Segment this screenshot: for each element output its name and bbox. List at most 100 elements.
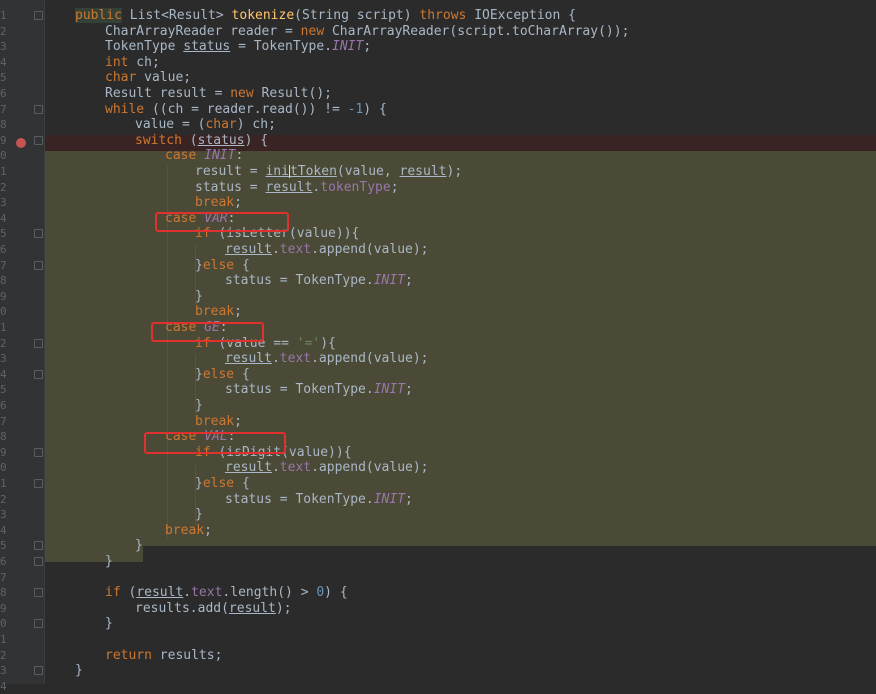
code-text: value = ( [135, 117, 206, 133]
breakpoint-icon[interactable] [16, 138, 26, 148]
line-number: 3 [0, 508, 7, 522]
code-text: ) { [363, 101, 387, 117]
code-text: status [183, 39, 231, 55]
code-text: { [234, 366, 250, 382]
code-line[interactable]: result.text.append(value); [45, 242, 876, 258]
keyword: char [205, 117, 237, 133]
line-number: 4 [0, 211, 7, 225]
code-line[interactable]: } [45, 289, 876, 305]
code-line[interactable]: status = TokenType.INIT; [45, 492, 876, 508]
line-number: 2 [0, 24, 7, 38]
code-line[interactable]: status = TokenType.INIT; [45, 382, 876, 398]
code-line[interactable]: result = initToken(value, result); [45, 164, 876, 180]
line-number: 6 [0, 243, 7, 256]
code-text: result [225, 460, 272, 476]
fold-marker-icon[interactable] [34, 135, 43, 145]
field: text [279, 242, 312, 257]
keyword: case [165, 148, 197, 164]
fold-marker-icon[interactable] [34, 11, 43, 20]
line-number: 8 [0, 274, 7, 288]
number: -1 [347, 101, 364, 117]
fold-marker-icon[interactable] [34, 369, 43, 379]
fold-marker-icon[interactable] [34, 541, 43, 551]
code-line[interactable]: TokenType status = TokenType.INIT; [45, 39, 876, 55]
code-line[interactable]: }else { [45, 476, 876, 492]
code-text: List<Result> [121, 8, 232, 23]
fold-marker-icon[interactable] [34, 588, 43, 598]
code-line[interactable]: if (result.text.length() > 0) { [45, 585, 876, 601]
code-text: ( [181, 132, 198, 148]
code-line[interactable]: result.text.append(value); [45, 460, 876, 476]
code-text: ; [234, 304, 242, 320]
code-text: . [271, 351, 280, 367]
code-line[interactable]: } [45, 663, 876, 679]
line-number: 5 [0, 383, 7, 397]
fold-marker-icon[interactable] [34, 229, 43, 239]
fold-marker-icon[interactable] [34, 338, 43, 348]
code-line[interactable]: } [45, 554, 876, 570]
line-number: 9 [0, 133, 7, 147]
code-line[interactable]: return results; [45, 648, 876, 664]
code-line[interactable]: break; [45, 304, 876, 320]
annotation-box-ge [151, 322, 264, 342]
code-line[interactable]: int ch; [45, 55, 876, 71]
code-line[interactable]: }else { [45, 258, 876, 274]
code-text: status = TokenType. [225, 273, 374, 289]
code-text: ) { [244, 132, 269, 148]
code-line[interactable]: } [45, 398, 876, 414]
code-line[interactable]: break; [45, 414, 876, 430]
code-line[interactable]: break; [45, 195, 876, 211]
code-line[interactable]: result.text.append(value); [45, 351, 876, 367]
keyword: while [105, 101, 145, 117]
line-number: 3 [0, 196, 7, 210]
annotation-box-var [155, 212, 289, 232]
code-text: } [75, 663, 83, 679]
code-text: . [271, 460, 280, 476]
code-line[interactable]: Result result = new Result(); [45, 86, 876, 102]
line-number: 1 [0, 165, 7, 178]
code-line[interactable]: status = result.tokenType; [45, 180, 876, 196]
code-line[interactable]: break; [45, 523, 876, 539]
line-number: 5 [0, 71, 7, 85]
field: text [191, 585, 223, 601]
fold-marker-icon[interactable] [34, 557, 43, 566]
keyword: break [165, 522, 205, 538]
code-line[interactable]: } [45, 538, 876, 554]
code-line[interactable]: results.add(result); [45, 601, 876, 617]
fold-marker-icon[interactable] [34, 479, 43, 488]
fold-marker-icon[interactable] [34, 104, 43, 114]
line-number: 4 [0, 367, 7, 381]
code-text: } [195, 398, 203, 413]
line-number: 9 [0, 445, 7, 459]
code-line[interactable]: } [45, 507, 876, 523]
line-number: 9 [0, 601, 7, 615]
keyword: new [300, 23, 325, 39]
code-text: ( [120, 585, 137, 601]
code-text: .append(value); [311, 242, 429, 257]
code-text: IOException { [466, 8, 576, 23]
fold-marker-icon[interactable] [34, 260, 43, 270]
code-line[interactable]: char value; [45, 70, 876, 86]
line-number: 0 [0, 149, 7, 163]
code-line[interactable]: switch (status) { [45, 133, 876, 149]
keyword: else [202, 366, 235, 382]
fold-marker-icon[interactable] [34, 447, 43, 457]
line-number: 8 [0, 430, 7, 444]
code-line[interactable]: status = TokenType.INIT; [45, 273, 876, 289]
code-line[interactable]: value = (char) ch; [45, 117, 876, 133]
code-line[interactable]: while ((ch = reader.read()) != -1) { [45, 102, 876, 118]
code-line[interactable]: } [45, 616, 876, 632]
code-editor[interactable]: public List<Result> tokenize(String scri… [45, 0, 876, 684]
fold-marker-icon[interactable] [34, 666, 43, 676]
code-text: } [135, 538, 143, 554]
code-text: ; [405, 382, 413, 398]
code-text: result [225, 242, 272, 257]
code-line[interactable]: }else { [45, 367, 876, 383]
line-number: 7 [0, 258, 7, 272]
code-text: results; [151, 647, 223, 663]
code-line[interactable]: case INIT: [45, 148, 876, 164]
fold-marker-icon[interactable] [34, 619, 43, 629]
code-line[interactable]: CharArrayReader reader = new CharArrayRe… [45, 24, 876, 40]
code-line[interactable]: public List<Result> tokenize(String scri… [45, 8, 876, 24]
keyword: switch [135, 132, 182, 148]
